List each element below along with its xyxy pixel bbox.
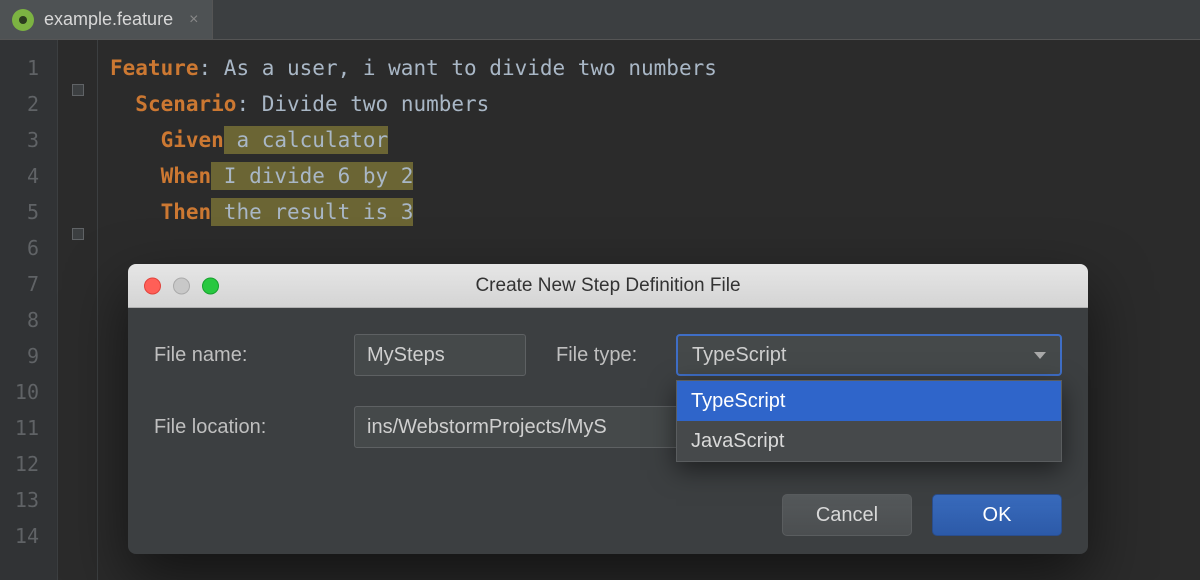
step-text: : Divide two numbers — [236, 92, 489, 116]
tab-example-feature[interactable]: example.feature × — [0, 0, 213, 39]
file-name-label: File name: — [154, 344, 354, 367]
window-minimize-icon[interactable] — [173, 277, 190, 294]
cancel-button-label: Cancel — [816, 504, 878, 527]
fold-marker-icon[interactable] — [72, 84, 84, 96]
file-name-input[interactable]: MySteps — [354, 334, 526, 376]
code-line: Given a calculator — [98, 122, 1200, 158]
step-text: I divide 6 by 2 — [211, 162, 413, 190]
tab-filename: example.feature — [44, 9, 173, 30]
step-text: the result is 3 — [211, 198, 413, 226]
ok-button-label: OK — [983, 504, 1012, 527]
ok-button[interactable]: OK — [932, 494, 1062, 536]
code-line: When I divide 6 by 2 — [98, 158, 1200, 194]
close-icon[interactable]: × — [189, 11, 198, 29]
line-number: 10 — [0, 374, 57, 410]
window-close-icon[interactable] — [144, 277, 161, 294]
step-text: : As a user, i want to divide two number… — [199, 56, 717, 80]
line-number: 9 — [0, 338, 57, 374]
file-name-row: File name: MySteps File type: TypeScript… — [154, 332, 1062, 378]
code-line: Feature: As a user, i want to divide two… — [98, 50, 1200, 86]
gherkin-keyword: Feature — [110, 56, 199, 80]
file-type-dropdown: TypeScript JavaScript — [676, 380, 1062, 462]
file-location-value: ins/WebstormProjects/MyS — [367, 416, 607, 439]
tab-bar: example.feature × — [0, 0, 1200, 40]
gherkin-keyword: Given — [161, 128, 224, 152]
dialog-titlebar: Create New Step Definition File — [128, 264, 1088, 308]
gherkin-keyword: Then — [161, 200, 212, 224]
line-number: 2 — [0, 86, 57, 122]
dialog-title: Create New Step Definition File — [128, 275, 1088, 297]
gherkin-keyword: When — [161, 164, 212, 188]
step-text: a calculator — [224, 126, 388, 154]
fold-column — [58, 40, 98, 580]
file-type-label: File type: — [556, 344, 676, 367]
gherkin-keyword: Scenario — [135, 92, 236, 116]
dialog-body: File name: MySteps File type: TypeScript… — [128, 308, 1088, 450]
line-number: 5 — [0, 194, 57, 230]
fold-marker-icon[interactable] — [72, 228, 84, 240]
code-line: Scenario: Divide two numbers — [98, 86, 1200, 122]
create-step-definition-dialog: Create New Step Definition File File nam… — [128, 264, 1088, 554]
cancel-button[interactable]: Cancel — [782, 494, 912, 536]
line-number: 1 — [0, 50, 57, 86]
code-line: Then the result is 3 — [98, 194, 1200, 230]
cucumber-icon — [12, 9, 34, 31]
line-number: 7 — [0, 266, 57, 302]
file-type-option-typescript[interactable]: TypeScript — [677, 381, 1061, 421]
file-type-option-javascript[interactable]: JavaScript — [677, 421, 1061, 461]
dialog-footer: Cancel OK — [782, 494, 1062, 536]
line-number: 13 — [0, 482, 57, 518]
line-number: 4 — [0, 158, 57, 194]
file-location-label: File location: — [154, 416, 354, 439]
window-controls — [144, 277, 219, 294]
file-type-selected: TypeScript — [692, 344, 786, 367]
file-name-value: MySteps — [367, 344, 445, 367]
file-type-select[interactable]: TypeScript TypeScript JavaScript — [676, 334, 1062, 376]
line-number: 14 — [0, 518, 57, 554]
chevron-down-icon — [1034, 352, 1046, 359]
line-number: 8 — [0, 302, 57, 338]
line-number: 11 — [0, 410, 57, 446]
window-zoom-icon[interactable] — [202, 277, 219, 294]
line-number: 6 — [0, 230, 57, 266]
line-number: 3 — [0, 122, 57, 158]
line-number-gutter: 1234567891011121314 — [0, 40, 58, 580]
line-number: 12 — [0, 446, 57, 482]
